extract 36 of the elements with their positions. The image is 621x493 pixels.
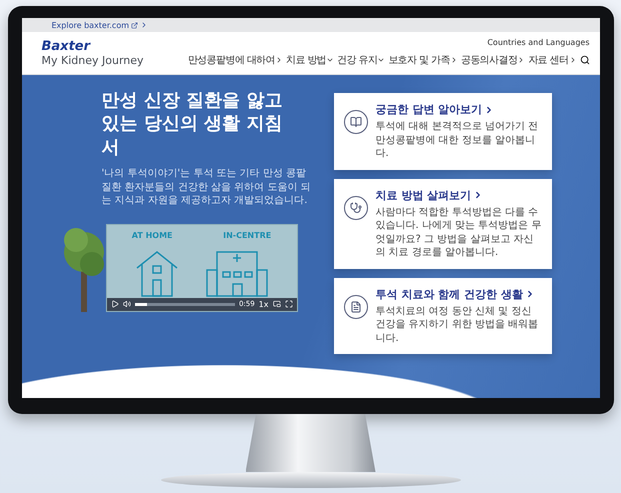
card-title[interactable]: 치료 방법 살펴보기 [376,188,542,202]
speed-button[interactable]: 1x [258,300,268,309]
card-text: 투석에 대해 본격적으로 넘어가기 전 만성콩팥병에 대한 정보를 알아봅니다. [376,120,540,160]
site-title: My Kidney Journey [42,54,144,67]
search-icon[interactable] [580,55,590,65]
info-card[interactable]: 궁금한 답변 알아보기 투석에 대해 본격적으로 넘어가기 전 만성콩팥병에 대한 정보를 알아봅니다. [334,93,552,170]
hero-title: 만성 신장 질환을 앓고 있는 당신의 생활 지침서 [102,89,284,160]
volume-button[interactable] [122,300,130,308]
card-title[interactable]: 투석 치료와 함께 건강한 생활 [376,286,542,302]
info-card[interactable]: 치료 방법 살펴보기 사람마다 적합한 투석방법은 다를 수 있습니다. 나에게 맞는 투석방법은 무엇일까요? 그 방법을 살펴보고 자신의 치료 경로를 알아봅니다. [334,178,552,268]
chevron-down-icon [377,56,386,64]
progress-track[interactable] [134,302,235,306]
card-title[interactable]: 궁금한 답변 알아보기 [376,102,542,117]
document-icon [344,294,368,318]
play-button[interactable] [110,300,118,308]
countries-link[interactable]: Countries and Languages [487,38,590,47]
nav-item[interactable]: 치료 방법 [286,53,334,67]
stethoscope-icon [344,196,368,220]
nav-item[interactable]: 보호자 및 가족 [388,53,458,67]
explore-link[interactable]: Explore baxter.com [52,20,148,30]
nav-item[interactable]: 자료 센터 [528,53,576,67]
book-icon [344,110,368,134]
card-text: 사람마다 적합한 투석방법은 다를 수 있습니다. 나에게 맞는 투석방법은 무엇일까요? 그 방법을 살펴보고 자신의 치료 경로를 알아봅니다. [376,206,542,260]
video-label: AT HOME [132,230,173,240]
video-label: IN-CENTRE [223,230,272,240]
hero-subtitle: '나의 투석이야기'는 투석 또는 기타 만성 콩팥 질환 환자분들의 건강한 삶을 위하여 도움이 되는 지식과 자원을 제공하고자 개발되었습니다. [102,167,312,208]
fullscreen-button[interactable] [284,300,292,308]
external-link-icon [131,22,138,28]
nav-item[interactable]: 만성콩팥병에 대하여 [188,53,283,67]
card-text: 투석치료의 여정 동안 신체 및 정신 건강을 유지하기 위한 방법을 배워봅니다. [376,304,540,345]
pip-button[interactable] [272,300,280,308]
nav-item[interactable]: 건강 유지 [337,53,386,67]
chevron-down-icon [326,56,334,64]
info-card[interactable]: 투석 치료와 함께 건강한 생활 투석치료의 여정 동안 신체 및 정신 건강을 유지하기 위한 방법을 배워봅니다. [334,278,552,354]
nav-item[interactable]: 공동의사결정 [460,53,526,67]
brand-logo[interactable]: Baxter [42,39,144,54]
